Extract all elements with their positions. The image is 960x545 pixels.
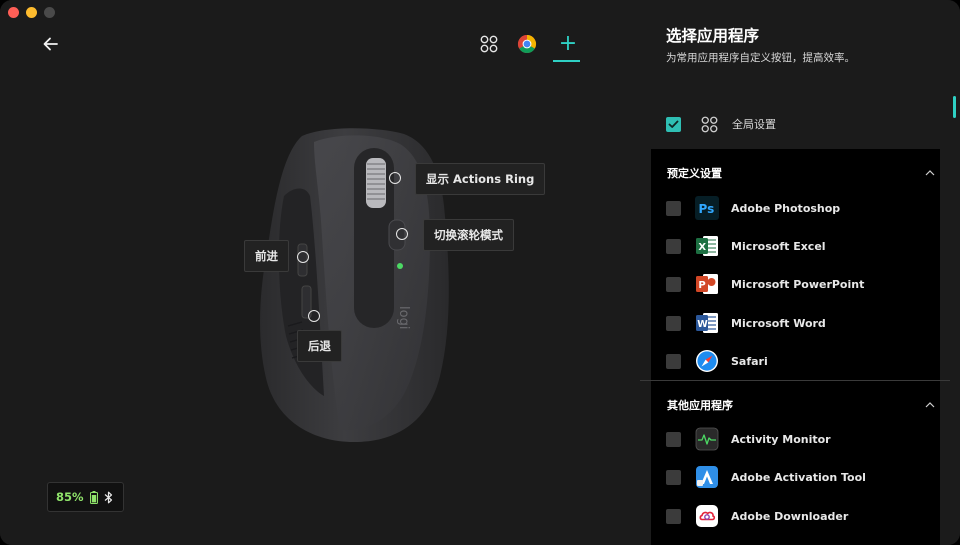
plus-icon: +: [558, 31, 578, 56]
svg-text:P: P: [698, 280, 705, 291]
chrome-tab[interactable]: [514, 30, 540, 58]
app-row-safari[interactable]: Safari: [666, 347, 926, 375]
app-checkbox[interactable]: [666, 276, 681, 292]
app-name: Microsoft Excel: [731, 239, 826, 253]
scroll-mode-callout[interactable]: 切换滚轮模式: [423, 219, 514, 251]
app-row-word[interactable]: W Microsoft Word: [666, 309, 926, 337]
svg-text:Ps: Ps: [699, 202, 715, 216]
app-list: 预定义设置 Ps Adobe Photoshop X Microsoft Exc…: [640, 149, 950, 545]
chrome-icon: [517, 35, 537, 54]
back-hotspot[interactable]: [308, 310, 320, 322]
four-circles-icon: [701, 116, 718, 132]
checkmark-icon: [668, 120, 679, 128]
zoom-window-button[interactable]: [44, 7, 55, 18]
chevron-up-icon[interactable]: [925, 170, 935, 176]
actions-ring-hotspot[interactable]: [389, 172, 401, 184]
predefined-section-header[interactable]: 预定义设置: [667, 163, 935, 183]
section-divider: [640, 380, 950, 381]
forward-hotspot[interactable]: [297, 251, 309, 263]
back-button[interactable]: [40, 34, 62, 54]
app-name: Microsoft Word: [731, 316, 826, 330]
svg-text:X: X: [698, 242, 706, 253]
app-checkbox[interactable]: [666, 469, 681, 485]
predefined-section-title: 预定义设置: [667, 167, 722, 180]
svg-text:W: W: [697, 319, 708, 330]
scrollbar-thumb[interactable]: [953, 96, 956, 118]
battery-status: 85%: [47, 482, 124, 512]
app-row-activity-monitor[interactable]: Activity Monitor: [666, 425, 926, 453]
app-checkbox[interactable]: [666, 200, 681, 216]
other-apps-section-header[interactable]: 其他应用程序: [667, 395, 935, 415]
chevron-up-icon[interactable]: [925, 402, 935, 408]
safari-icon: [696, 350, 718, 372]
photoshop-icon: Ps: [695, 196, 719, 220]
app-checkbox[interactable]: [666, 315, 681, 331]
add-app-tab[interactable]: +: [556, 30, 580, 58]
app-name: Safari: [731, 354, 768, 368]
activity-monitor-icon: [695, 427, 719, 451]
powerpoint-icon: P: [696, 274, 718, 294]
panel-title: 选择应用程序: [666, 27, 760, 45]
panel-subtitle: 为常用应用程序自定义按钮，提高效率。: [666, 52, 855, 64]
actions-ring-callout[interactable]: 显示 Actions Ring: [415, 163, 546, 195]
other-apps-section-title: 其他应用程序: [667, 399, 733, 412]
adobe-downloader-icon: [696, 505, 718, 527]
bluetooth-icon: [104, 491, 112, 503]
app-row-powerpoint[interactable]: P Microsoft PowerPoint: [666, 270, 926, 298]
app-name: Adobe Downloader: [731, 509, 849, 523]
global-settings-row[interactable]: 全局设置: [666, 112, 946, 136]
app-name: Adobe Activation Tool: [731, 470, 866, 484]
forward-callout[interactable]: 前进: [244, 240, 289, 272]
four-circles-icon: [480, 35, 498, 53]
minimize-window-button[interactable]: [26, 7, 37, 18]
adobe-activation-tool-icon: [696, 466, 718, 488]
app-row-adobe-downloader[interactable]: Adobe Downloader: [666, 502, 926, 530]
app-name: Adobe Photoshop: [731, 201, 841, 215]
excel-icon: X: [696, 236, 718, 256]
battery-icon: [89, 490, 98, 504]
app-checkbox[interactable]: [666, 353, 681, 369]
all-apps-tab[interactable]: [476, 30, 502, 58]
word-icon: W: [696, 313, 718, 333]
app-row-adobe-activation-tool[interactable]: Adobe Activation Tool: [666, 463, 926, 491]
app-checkbox[interactable]: [666, 238, 681, 254]
window-controls: [8, 7, 55, 18]
svg-text:logi: logi: [396, 306, 411, 329]
app-selection-panel: 选择应用程序 为常用应用程序自定义按钮，提高效率。 全局设置 预定义设置 Ps …: [640, 0, 960, 545]
app-row-photoshop[interactable]: Ps Adobe Photoshop: [666, 194, 926, 222]
global-settings-label: 全局设置: [732, 118, 776, 131]
device-stage: + logi 显示 Actions Ring 切换滚轮模式 前进 后退 85%: [0, 0, 640, 545]
battery-percent: 85%: [56, 490, 84, 504]
app-name: Activity Monitor: [731, 432, 831, 446]
close-window-button[interactable]: [8, 7, 19, 18]
selected-tab-indicator: [553, 60, 580, 62]
back-callout[interactable]: 后退: [297, 330, 342, 362]
app-checkbox[interactable]: [666, 508, 681, 524]
app-checkbox[interactable]: [666, 431, 681, 447]
app-name: Microsoft PowerPoint: [731, 277, 865, 291]
app-row-excel[interactable]: X Microsoft Excel: [666, 232, 926, 260]
scroll-mode-hotspot[interactable]: [396, 228, 408, 240]
app-window: + logi 显示 Actions Ring 切换滚轮模式 前进 后退 85% …: [0, 0, 960, 545]
back-arrow-icon: [43, 37, 58, 51]
global-settings-checkbox[interactable]: [666, 116, 681, 132]
